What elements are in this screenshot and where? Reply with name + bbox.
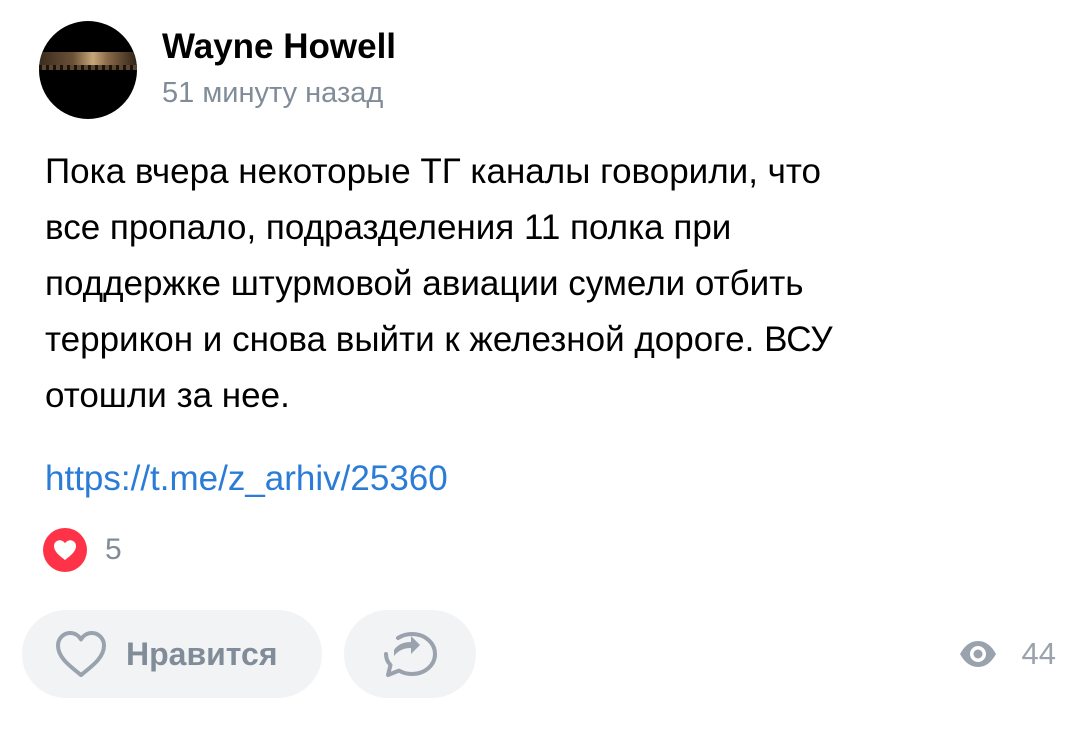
like-label: Нравится	[126, 636, 278, 672]
post-text: Пока вчера некоторые ТГ каналы говорили,…	[45, 152, 833, 415]
reactions-summary[interactable]: 5	[43, 528, 122, 572]
post-card: Wayne Howell 51 минуту назад Пока вчера …	[0, 0, 1080, 745]
reaction-count: 5	[105, 533, 122, 566]
like-button[interactable]: Нравится	[22, 610, 322, 698]
views-counter: 44	[958, 630, 1056, 678]
post-timestamp[interactable]: 51 минуту назад	[162, 75, 383, 111]
heart-icon	[43, 528, 87, 572]
author-avatar[interactable]	[39, 21, 137, 119]
share-button[interactable]	[344, 610, 476, 698]
views-count: 44	[1021, 636, 1056, 671]
eye-icon	[959, 641, 996, 667]
avatar-image	[39, 52, 137, 70]
share-icon	[384, 632, 437, 677]
author-name[interactable]: Wayne Howell	[162, 26, 396, 68]
heart-outline-icon	[56, 631, 106, 677]
post-link[interactable]: https://t.me/z_arhiv/25360	[45, 454, 448, 504]
